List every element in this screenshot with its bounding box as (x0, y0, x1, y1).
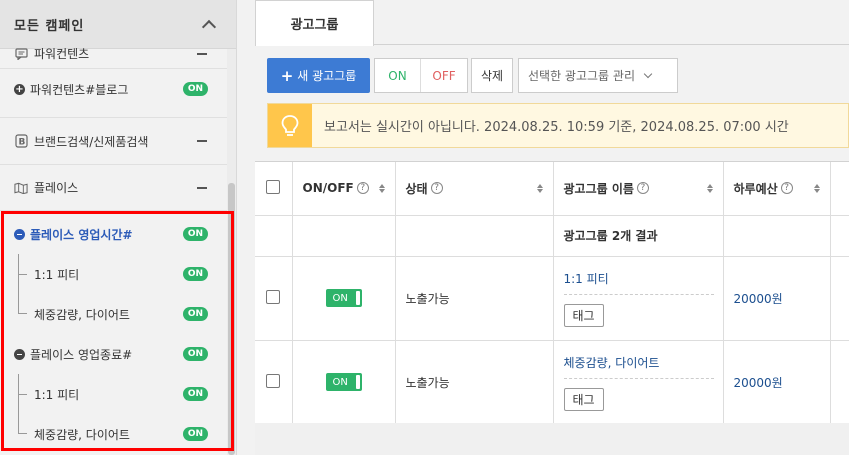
onoff-toggle[interactable]: ON (325, 289, 362, 307)
adgroup-name-link[interactable]: 1:1 피티 (564, 270, 713, 287)
sort-icon[interactable] (706, 183, 713, 193)
help-icon[interactable]: ? (430, 182, 443, 195)
divider (563, 293, 714, 295)
chat-icon (14, 47, 28, 61)
sidebar-item-powercontents[interactable]: 파워컨텐츠 (0, 39, 228, 69)
sidebar-item-brandsearch[interactable]: B 브랜드검색/신제품검색 (0, 117, 228, 165)
col-name[interactable]: 광고그룹 이름? (553, 162, 724, 216)
sort-icon[interactable] (536, 183, 543, 193)
table-row[interactable]: ON 노출가능 체중감량, 다이어트 태그 20000원 (255, 340, 849, 425)
summary-row: 광고그룹 2개 결과 (255, 215, 849, 257)
tag-button[interactable]: 태그 (563, 303, 604, 327)
campaign-sidebar: 모든 캠페인 파워컨텐츠 + 파워컨텐츠#블로그 ON B 브랜드검색/신제품검… (0, 0, 237, 455)
help-icon[interactable]: ? (780, 182, 793, 195)
col-budget[interactable]: 하루예산? (723, 162, 831, 216)
chevron-up-icon[interactable] (201, 19, 217, 34)
col-name-label: 광고그룹 이름 (563, 181, 634, 196)
row-checkbox[interactable] (266, 373, 281, 388)
sidebar-item-place[interactable]: 플레이스 (0, 165, 228, 211)
select-all-cell (255, 162, 293, 216)
select-all-checkbox[interactable] (266, 179, 281, 194)
table-row[interactable]: ON 노출가능 1:1 피티 태그 20000원 (255, 256, 849, 341)
status-badge: ON (183, 82, 208, 96)
new-adgroup-button[interactable]: + 새 광고그룹 (267, 58, 370, 93)
tab-adgroup[interactable]: 광고그룹 (255, 0, 374, 46)
help-icon[interactable]: ? (356, 182, 369, 195)
onoff-toggle[interactable]: ON (325, 373, 362, 391)
manage-select-label: 선택한 광고그룹 관리 (528, 69, 635, 83)
sidebar-item-label: 플레이스 (34, 181, 79, 195)
status-cell: 노출가능 (395, 256, 554, 341)
sort-icon[interactable] (378, 183, 385, 193)
col-budget-label: 하루예산 (733, 181, 778, 196)
col-overflow (830, 162, 849, 216)
result-count: 광고그룹 2개 결과 (553, 215, 724, 257)
manage-adgroup-select[interactable]: 선택한 광고그룹 관리 (518, 58, 678, 93)
table-footer-area (255, 423, 849, 455)
adgroup-table: ON/OFF? 상태? 광고그룹 이름? 하루예산? 광고그룹 2개 결과 ON… (255, 161, 849, 425)
row-checkbox[interactable] (266, 289, 281, 304)
chevron-down-icon (643, 69, 653, 79)
divider (563, 377, 714, 379)
main-panel: 광고그룹 + 새 광고그룹 ON OFF 삭제 선택한 광고그룹 관리 보고서는… (255, 0, 849, 455)
collapse-icon[interactable] (197, 140, 207, 142)
on-button[interactable]: ON (375, 59, 421, 92)
sidebar-item-label: 파워컨텐츠#블로그 (30, 82, 129, 97)
report-notice: 보고서는 실시간이 아닙니다. 2024.08.25. 10:59 기준, 20… (267, 103, 849, 148)
table-header-row: ON/OFF? 상태? 광고그룹 이름? 하루예산? (255, 162, 849, 216)
lightbulb-icon (268, 104, 312, 147)
tag-button[interactable]: 태그 (563, 387, 604, 411)
map-icon (14, 181, 28, 195)
collapse-icon[interactable] (197, 52, 207, 55)
collapse-icon[interactable] (197, 186, 207, 189)
toolbar: + 새 광고그룹 ON OFF 삭제 선택한 광고그룹 관리 (267, 58, 678, 93)
budget-link[interactable]: 20000원 (723, 256, 831, 341)
svg-text:B: B (18, 138, 25, 148)
sort-icon[interactable] (813, 183, 820, 193)
sidebar-item-label: 브랜드검색/신제품검색 (34, 134, 149, 149)
col-onoff[interactable]: ON/OFF? (292, 162, 396, 216)
highlight-box (1, 211, 234, 451)
adgroup-name-link[interactable]: 체중감량, 다이어트 (564, 354, 713, 371)
col-status-label: 상태 (405, 181, 428, 196)
off-button[interactable]: OFF (421, 59, 467, 92)
new-adgroup-label: 새 광고그룹 (297, 69, 357, 83)
tab-bar: 광고그룹 (255, 0, 849, 46)
status-cell: 노출가능 (395, 340, 554, 425)
help-icon[interactable]: ? (636, 182, 649, 195)
col-onoff-label: ON/OFF (302, 181, 354, 196)
sidebar-item-label: 파워컨텐츠 (34, 47, 90, 61)
brand-b-icon: B (14, 134, 28, 148)
col-status[interactable]: 상태? (395, 162, 554, 216)
budget-link[interactable]: 20000원 (723, 340, 831, 425)
onoff-segment: ON OFF (374, 58, 468, 93)
notice-text: 보고서는 실시간이 아닙니다. 2024.08.25. 10:59 기준, 20… (324, 120, 789, 135)
plus-circle-icon[interactable]: + (14, 83, 25, 95)
plus-icon: + (280, 66, 294, 85)
delete-button[interactable]: 삭제 (471, 58, 513, 93)
sidebar-title: 모든 캠페인 (14, 18, 85, 34)
sidebar-item-powercontents-blog[interactable]: + 파워컨텐츠#블로그 ON (0, 69, 228, 109)
